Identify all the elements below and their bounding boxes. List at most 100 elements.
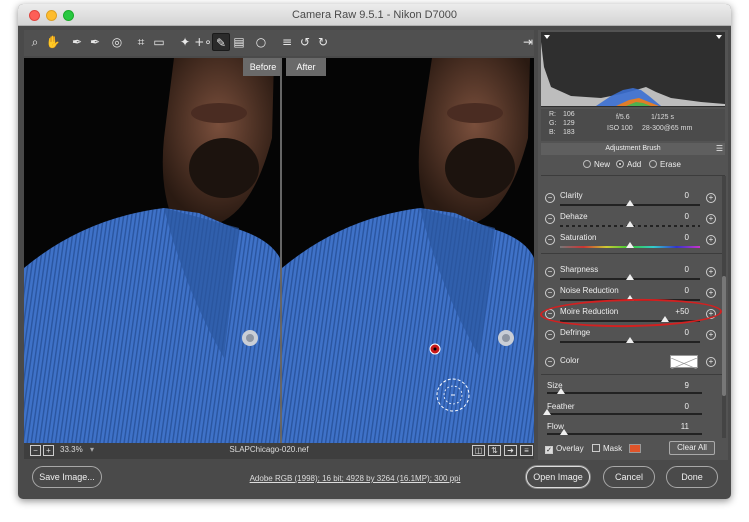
dehaze-value[interactable]: 0 bbox=[659, 212, 689, 221]
panel-menu-icon[interactable]: ☰ bbox=[716, 143, 723, 155]
rotate-cw-icon[interactable]: ↻ bbox=[314, 33, 332, 51]
histogram bbox=[541, 32, 725, 107]
saturation-plus-button[interactable]: + bbox=[706, 235, 716, 245]
saturation-value[interactable]: 0 bbox=[659, 233, 689, 242]
before-label: Before bbox=[243, 58, 280, 76]
mode-erase[interactable]: Erase bbox=[649, 160, 681, 169]
white-balance-icon[interactable]: ✒ bbox=[68, 33, 86, 51]
open-image-label: Open Image bbox=[533, 472, 583, 482]
sharpness-minus-button[interactable]: − bbox=[545, 267, 555, 277]
mode-add[interactable]: Add bbox=[616, 160, 641, 169]
feather-value[interactable]: 0 bbox=[659, 402, 689, 411]
feather-track[interactable] bbox=[547, 413, 702, 415]
saturation-thumb[interactable] bbox=[626, 242, 634, 248]
toggle-settings-icon[interactable]: ≡ bbox=[520, 445, 533, 456]
clarity-label: Clarity bbox=[560, 191, 583, 200]
dehaze-thumb[interactable] bbox=[626, 221, 634, 227]
noise-reduction-plus-button[interactable]: + bbox=[706, 288, 716, 298]
graduated-filter-icon[interactable]: ▤ bbox=[230, 33, 248, 51]
size-track[interactable] bbox=[547, 392, 702, 394]
brush-size: Size 9 bbox=[541, 380, 725, 402]
feather-thumb[interactable] bbox=[543, 409, 551, 415]
g-label: G: bbox=[549, 120, 557, 127]
color-swatch[interactable] bbox=[670, 355, 698, 370]
noise-reduction-minus-button[interactable]: − bbox=[545, 288, 555, 298]
lens: 28-300@65 mm bbox=[642, 125, 693, 132]
size-thumb[interactable] bbox=[556, 388, 565, 394]
overlay-checkbox[interactable]: ✓ Overlay bbox=[545, 444, 584, 454]
defringe-minus-button[interactable]: − bbox=[545, 330, 555, 340]
slider-saturation: − Saturation 0 + bbox=[541, 232, 725, 254]
cancel-button[interactable]: Cancel bbox=[603, 466, 655, 488]
spot-removal-icon[interactable]: ✦ bbox=[176, 33, 194, 51]
open-image-button[interactable]: Open Image bbox=[526, 466, 590, 488]
saturation-minus-button[interactable]: − bbox=[545, 235, 555, 245]
rotate-ccw-icon[interactable]: ↺ bbox=[296, 33, 314, 51]
mask-color-swatch[interactable] bbox=[629, 444, 641, 453]
clarity-minus-button[interactable]: − bbox=[545, 193, 555, 203]
defringe-value[interactable]: 0 bbox=[659, 328, 689, 337]
flow-track[interactable] bbox=[547, 433, 702, 435]
r-label: R: bbox=[549, 111, 556, 118]
straighten-icon[interactable]: ▭ bbox=[150, 33, 168, 51]
red-eye-icon[interactable]: +∘ bbox=[194, 33, 212, 51]
b-value: 183 bbox=[563, 129, 575, 136]
flow-value[interactable]: 11 bbox=[659, 422, 689, 431]
filename: SLAPChicago-020.nef bbox=[229, 445, 309, 454]
after-label: After bbox=[286, 58, 326, 76]
defringe-label: Defringe bbox=[560, 328, 591, 337]
window-title: Camera Raw 9.5.1 - Nikon D7000 bbox=[291, 9, 458, 21]
copy-settings-icon[interactable]: ➜ bbox=[504, 445, 517, 456]
clear-all-button[interactable]: Clear All bbox=[669, 441, 715, 455]
sharpness-plus-button[interactable]: + bbox=[706, 267, 716, 277]
zoom-in-button[interactable]: + bbox=[43, 445, 54, 456]
image-preview[interactable]: Before After bbox=[24, 58, 534, 443]
mask-checkbox[interactable]: Mask bbox=[592, 444, 622, 453]
panel-scrollbar[interactable] bbox=[722, 176, 726, 438]
scrollbar-thumb[interactable] bbox=[722, 276, 726, 396]
clarity-value[interactable]: 0 bbox=[659, 191, 689, 200]
zoom-out-button[interactable]: − bbox=[30, 445, 41, 456]
overlay-row: ✓ Overlay Mask Clear All bbox=[541, 440, 725, 458]
color-sampler-icon[interactable]: ✒ bbox=[86, 33, 104, 51]
cancel-label: Cancel bbox=[614, 472, 643, 482]
clarity-thumb[interactable] bbox=[626, 200, 634, 206]
color-minus-button[interactable]: − bbox=[545, 357, 555, 367]
zoom-level[interactable]: 33.3% bbox=[60, 445, 83, 454]
before-after-view-icon[interactable]: ◫ bbox=[472, 445, 485, 456]
zoom-icon[interactable]: ⌕ bbox=[26, 33, 44, 51]
mode-new[interactable]: New bbox=[583, 160, 610, 169]
panel-title: Adjustment Brush ☰ bbox=[541, 143, 725, 155]
flow-thumb[interactable] bbox=[560, 429, 569, 435]
targeted-adjustment-icon[interactable]: ◎ bbox=[108, 33, 126, 51]
clarity-plus-button[interactable]: + bbox=[706, 193, 716, 203]
save-image-button[interactable]: Save Image... bbox=[32, 466, 102, 488]
crop-icon[interactable]: ⌗ bbox=[132, 33, 150, 51]
done-button[interactable]: Done bbox=[666, 466, 718, 488]
radio-erase-icon bbox=[649, 160, 657, 168]
preferences-icon[interactable]: ≡ bbox=[278, 33, 296, 51]
sharpness-value[interactable]: 0 bbox=[659, 265, 689, 274]
sharpness-thumb[interactable] bbox=[626, 274, 634, 280]
defringe-thumb[interactable] bbox=[626, 337, 634, 343]
adjustment-brush-icon[interactable]: ✎ bbox=[212, 33, 230, 51]
swap-before-after-icon[interactable]: ⇅ bbox=[488, 445, 501, 456]
separator bbox=[541, 253, 725, 254]
radial-filter-icon[interactable]: ○ bbox=[252, 33, 270, 51]
panel-title-text: Adjustment Brush bbox=[605, 145, 661, 152]
brush-feather: Feather 0 bbox=[541, 401, 725, 423]
iso: ISO 100 bbox=[607, 125, 633, 132]
mask-box-icon bbox=[592, 444, 600, 452]
size-value[interactable]: 9 bbox=[659, 381, 689, 390]
mode-new-label: New bbox=[594, 160, 611, 169]
status-bar: − + 33.3% ▾ SLAPChicago-020.nef ◫ ⇅ ➜ ≡ bbox=[24, 443, 534, 459]
dehaze-plus-button[interactable]: + bbox=[706, 214, 716, 224]
defringe-plus-button[interactable]: + bbox=[706, 330, 716, 340]
color-plus-button[interactable]: + bbox=[706, 357, 716, 367]
hand-icon[interactable]: ✋ bbox=[44, 33, 62, 51]
workflow-options-link[interactable]: Adobe RGB (1998); 16 bit; 4928 by 3264 (… bbox=[240, 474, 470, 483]
open-in-icon[interactable]: ⇥ bbox=[519, 33, 537, 51]
noise-reduction-value[interactable]: 0 bbox=[659, 286, 689, 295]
dehaze-minus-button[interactable]: − bbox=[545, 214, 555, 224]
zoom-dropdown-icon[interactable]: ▾ bbox=[90, 445, 94, 454]
